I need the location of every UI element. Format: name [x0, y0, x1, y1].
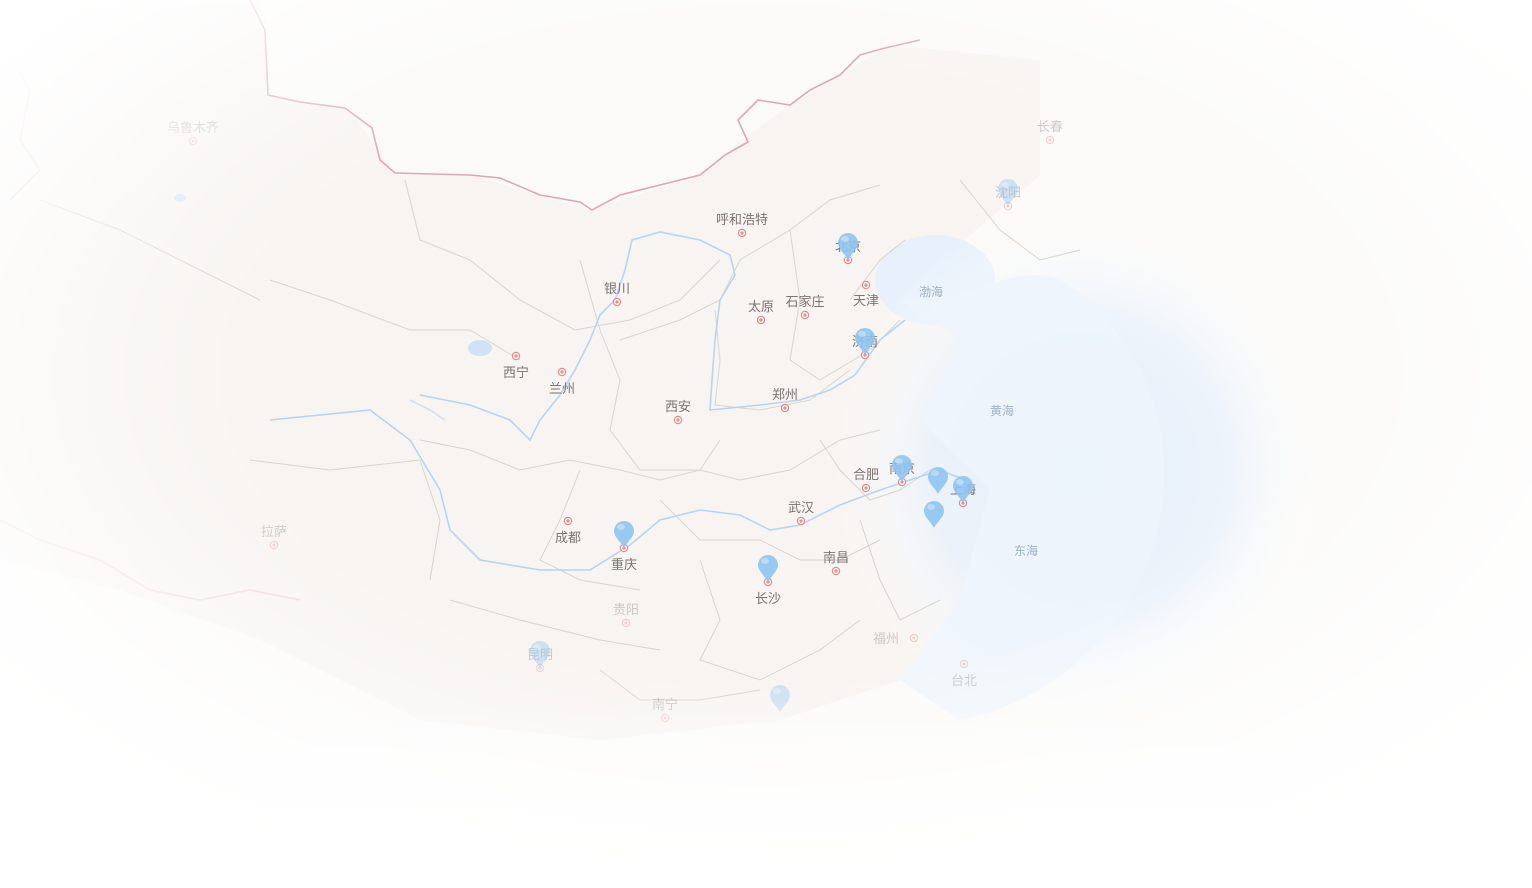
bottom-fade — [0, 700, 1532, 888]
china-map[interactable]: 渤海黄海东海 乌鲁木齐长春沈阳呼和浩特北京银川太原石家庄天津济南西宁兰州西安郑州… — [0, 0, 1532, 888]
